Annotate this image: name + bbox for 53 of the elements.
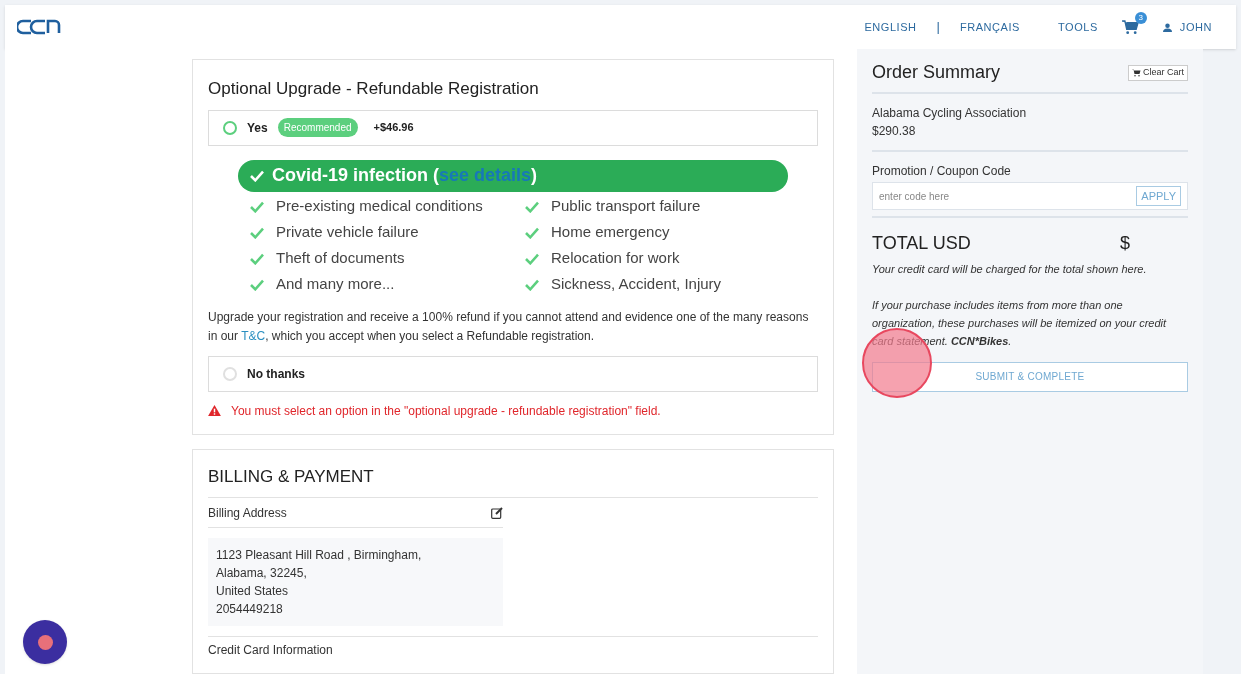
coverage-reason: Relocation for work (551, 248, 680, 269)
order-item-price: $290.38 (872, 123, 917, 140)
coverage-reason: Theft of documents (276, 248, 405, 269)
cart-count-badge: 3 (1134, 11, 1147, 24)
language-link[interactable]: FRANÇAIS (959, 18, 1020, 36)
check-icon (525, 278, 539, 291)
charge-note: Your credit card will be charged for the total shown here. (872, 262, 1148, 277)
coverage-reason: Sickness, Accident, Injury (551, 274, 722, 295)
coverage-reason: Pre-existing medical conditions (276, 196, 483, 217)
order-item-name: Alabama Cycling Association (872, 105, 1028, 122)
check-icon (250, 252, 264, 265)
cart-icon[interactable] (1121, 19, 1139, 35)
error-message: You must select an option in the "optional upgrade - refundable registration" field. (231, 402, 661, 420)
radio-button[interactable] (223, 366, 237, 381)
user-icon (1162, 22, 1172, 32)
check-icon (250, 169, 264, 182)
nav-separator: | (936, 18, 940, 37)
recommended-badge: Recommended (277, 118, 358, 137)
edit-icon[interactable] (491, 506, 503, 519)
coverage-reason: Private vehicle failure (276, 222, 419, 243)
coverage-reason: Home emergency (551, 222, 670, 243)
coverage-reason: Public transport failure (551, 196, 701, 217)
option-price: +$46.96 (373, 120, 414, 136)
clear-cart-button[interactable]: Clear Cart (1128, 64, 1188, 81)
tools-link[interactable]: TOOLS (1058, 18, 1098, 36)
check-icon (525, 200, 539, 213)
radio-button[interactable] (223, 120, 237, 135)
billing-address-text: 1123 Pleasant Hill Road , Birmingham, Alabama, 32245, United States 2054449218 (208, 538, 503, 626)
total-label: TOTAL USD (872, 232, 972, 255)
cart-icon (1132, 68, 1141, 77)
section-title: BILLING & PAYMENT (208, 463, 818, 498)
billing-address-label: Billing Address (208, 504, 287, 522)
language-link[interactable]: ENGLISH (864, 18, 917, 36)
warning-icon (208, 405, 221, 416)
refund-description: Upgrade your registration and receive a 100% refund if you cannot attend and evidence one of the many reasons in our T&C, which you accept when you select a Refundable registration. (208, 308, 810, 345)
check-icon (250, 226, 264, 239)
radio-option[interactable]: No thanks (208, 355, 818, 392)
coupon-label: Promotion / Coupon Code (872, 163, 1012, 180)
section-subtitle: Credit Card Information (208, 636, 818, 659)
user-menu-link[interactable]: JOHN (1179, 18, 1212, 36)
check-icon (525, 252, 539, 265)
order-summary-title: Order Summary (872, 61, 1001, 84)
covid-coverage-text: Covid-19 infection (see details) (272, 164, 538, 187)
option-label: No thanks (247, 365, 305, 383)
check-icon (250, 200, 264, 213)
section-title: Optional Upgrade - Refundable Registration (208, 78, 540, 100)
total-amount: $ (1120, 232, 1130, 255)
coverage-reason: And many more... (276, 274, 395, 295)
check-icon (250, 278, 264, 291)
logo-icon[interactable] (17, 19, 61, 35)
radio-option[interactable]: Yes Recommended +$46.96 (208, 109, 818, 146)
check-icon (525, 226, 539, 239)
option-label: Yes (247, 119, 268, 137)
